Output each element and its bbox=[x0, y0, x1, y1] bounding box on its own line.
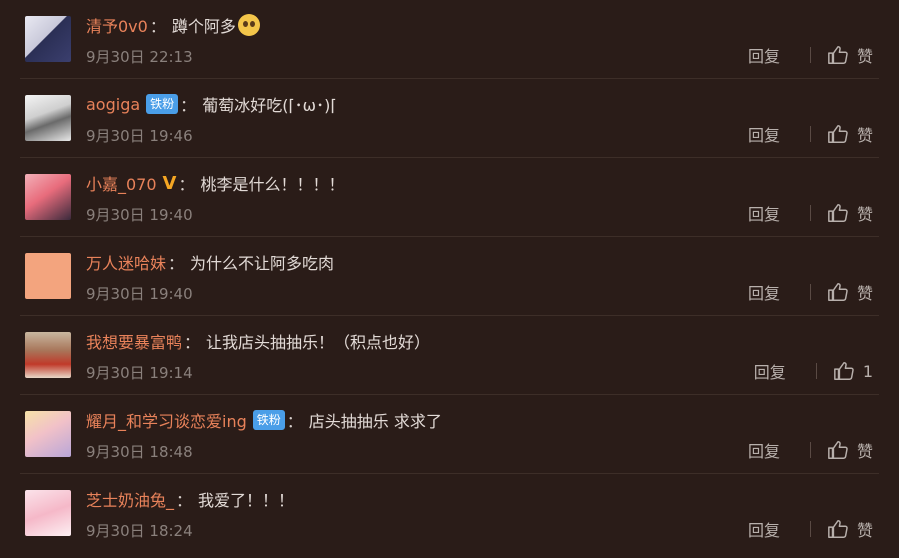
reply-button[interactable]: 回复 bbox=[748, 43, 780, 67]
thumbs-up-icon bbox=[828, 46, 848, 64]
divider bbox=[809, 521, 811, 537]
like-button[interactable]: 赞 bbox=[827, 201, 873, 225]
vip-badge-icon[interactable]: V bbox=[163, 173, 177, 194]
like-label: 赞 bbox=[856, 284, 873, 303]
like-label: 赞 bbox=[856, 521, 873, 540]
like-button[interactable]: 赞 bbox=[827, 280, 873, 304]
reply-button[interactable]: 回复 bbox=[748, 280, 780, 304]
avatar[interactable] bbox=[25, 411, 71, 457]
timestamp: 9月30日 19:14 bbox=[86, 364, 193, 382]
username[interactable]: 我想要暴富鸭 bbox=[86, 329, 182, 353]
comment-text: 店头抽抽乐 求求了 bbox=[308, 412, 442, 431]
username[interactable]: 小嘉_070 bbox=[86, 171, 157, 195]
avatar[interactable] bbox=[25, 95, 71, 141]
comment-text: 葡萄冰好吃(⌈･ω･)⌈ bbox=[202, 96, 337, 115]
like-label: 赞 bbox=[856, 205, 873, 224]
like-button[interactable]: 赞 bbox=[827, 517, 873, 541]
thumbs-up-icon bbox=[828, 204, 848, 222]
thumbs-up-icon bbox=[828, 441, 848, 459]
colon: ： bbox=[168, 254, 185, 273]
colon: ： bbox=[184, 333, 201, 352]
username[interactable]: 芝士奶油兔_ bbox=[86, 487, 174, 511]
like-count: 1 bbox=[862, 361, 873, 381]
colon: ： bbox=[178, 175, 195, 194]
avatar[interactable] bbox=[25, 332, 71, 378]
username[interactable]: 清予0v0 bbox=[86, 13, 148, 37]
comment-item: 清予0v0 ： 蹲个阿多 9月30日 22:13 回复 赞 bbox=[0, 0, 899, 79]
timestamp: 9月30日 19:46 bbox=[86, 127, 193, 145]
timestamp: 9月30日 18:24 bbox=[86, 522, 193, 540]
like-button[interactable]: 1 bbox=[833, 360, 873, 382]
thumbs-up-icon bbox=[828, 283, 848, 301]
timestamp: 9月30日 18:48 bbox=[86, 443, 193, 461]
comment-text: 我爱了！！！ bbox=[198, 491, 295, 510]
divider bbox=[809, 284, 811, 300]
like-label: 赞 bbox=[856, 126, 873, 145]
avatar[interactable] bbox=[25, 16, 71, 62]
like-button[interactable]: 赞 bbox=[827, 122, 873, 146]
divider bbox=[815, 363, 817, 379]
like-label: 赞 bbox=[856, 47, 873, 66]
comment-item: 芝士奶油兔_ ： 我爱了！！！ 9月30日 18:24 回复 赞 bbox=[0, 474, 899, 553]
username[interactable]: 万人迷哈妹 bbox=[86, 250, 166, 274]
comment-item: 万人迷哈妹 ： 为什么不让阿多吃肉 9月30日 19:40 回复 赞 bbox=[0, 237, 899, 316]
divider bbox=[809, 205, 811, 221]
timestamp: 9月30日 19:40 bbox=[86, 206, 193, 224]
colon: ： bbox=[286, 412, 303, 431]
divider bbox=[809, 47, 811, 63]
avatar[interactable] bbox=[25, 174, 71, 220]
pleading-face-emoji-icon bbox=[237, 14, 260, 36]
timestamp: 9月30日 22:13 bbox=[86, 48, 193, 66]
like-button[interactable]: 赞 bbox=[827, 43, 873, 67]
like-label: 赞 bbox=[856, 442, 873, 461]
username[interactable]: aogiga bbox=[86, 95, 140, 114]
comment-item: 小嘉_070 V ： 桃李是什么！！！！ 9月30日 19:40 回复 赞 bbox=[0, 158, 899, 237]
comment-list: 清予0v0 ： 蹲个阿多 9月30日 22:13 回复 赞 aogiga 铁粉 … bbox=[0, 0, 899, 558]
divider bbox=[809, 126, 811, 142]
thumbs-up-icon bbox=[828, 520, 848, 538]
comment-item: 我想要暴富鸭 ： 让我店头抽抽乐！（积点也好） 9月30日 19:14 回复 1 bbox=[0, 316, 899, 395]
comment-text: 让我店头抽抽乐！（积点也好） bbox=[206, 333, 431, 352]
fan-badge[interactable]: 铁粉 bbox=[252, 410, 285, 430]
fan-badge[interactable]: 铁粉 bbox=[146, 94, 179, 114]
comment-item: 耀月_和学习谈恋爱ing 铁粉 ： 店头抽抽乐 求求了 9月30日 18:48 … bbox=[0, 395, 899, 474]
comment-item: aogiga 铁粉 ： 葡萄冰好吃(⌈･ω･)⌈ 9月30日 19:46 回复 … bbox=[0, 79, 899, 158]
thumbs-up-icon bbox=[828, 125, 848, 143]
thumbs-up-icon bbox=[833, 362, 854, 380]
comment-text: 桃李是什么！！！！ bbox=[200, 175, 345, 194]
avatar[interactable] bbox=[25, 490, 71, 536]
username[interactable]: 耀月_和学习谈恋爱ing bbox=[86, 408, 247, 432]
divider bbox=[809, 442, 811, 458]
colon: ： bbox=[180, 96, 197, 115]
reply-button[interactable]: 回复 bbox=[748, 438, 780, 462]
avatar[interactable] bbox=[25, 253, 71, 299]
colon: ： bbox=[149, 17, 166, 36]
like-button[interactable]: 赞 bbox=[827, 438, 873, 462]
reply-button[interactable]: 回复 bbox=[748, 201, 780, 225]
timestamp: 9月30日 19:40 bbox=[86, 285, 193, 303]
reply-button[interactable]: 回复 bbox=[748, 517, 780, 541]
comment-text: 为什么不让阿多吃肉 bbox=[190, 254, 335, 273]
reply-button[interactable]: 回复 bbox=[748, 122, 780, 146]
comment-text: 蹲个阿多 bbox=[171, 17, 236, 36]
colon: ： bbox=[176, 491, 193, 510]
reply-button[interactable]: 回复 bbox=[754, 359, 786, 383]
